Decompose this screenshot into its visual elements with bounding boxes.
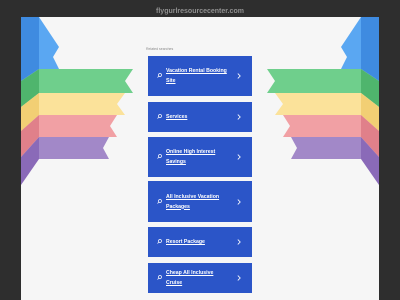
related-link-cheap-all-inclusive-cruise[interactable]: Cheap All Inclusive Cruise	[148, 263, 252, 293]
related-link-label: Online High Interest Savings	[166, 149, 216, 165]
left-ribbon-decoration	[21, 17, 133, 185]
related-link-label: Vacation Rental Booking Site	[166, 68, 227, 84]
search-icon	[157, 239, 162, 244]
chevron-right-icon	[237, 275, 241, 281]
chevron-right-icon	[237, 73, 241, 79]
search-icon	[157, 275, 162, 280]
related-link-label: All Inclusive Vacation Packages	[166, 193, 220, 210]
related-link-label: Cheap All Inclusive Cruise	[166, 270, 214, 286]
search-icon	[157, 73, 162, 78]
search-icon	[157, 154, 162, 159]
related-link-resort-package[interactable]: Resort Package	[148, 227, 252, 257]
chevron-right-icon	[237, 154, 241, 160]
chevron-right-icon	[237, 198, 241, 205]
chevron-right-icon	[237, 239, 241, 245]
related-link-online-high-interest-savings[interactable]: Online High Interest Savings	[148, 137, 252, 177]
search-icon	[157, 198, 162, 204]
related-searches-heading: Related searches	[146, 47, 174, 51]
domain-header: flygurlresourcecenter.com	[0, 0, 400, 17]
related-link-label: Resort Package	[166, 239, 205, 245]
parked-page: Related searches Vacation Rental Booking…	[21, 17, 379, 300]
related-link-all-inclusive-vacation-packages[interactable]: All Inclusive Vacation Packages	[148, 181, 252, 222]
chevron-right-icon	[237, 114, 241, 120]
domain-title: flygurlresourcecenter.com	[156, 8, 244, 15]
related-link-services[interactable]: Services	[148, 102, 252, 132]
related-link-label: Services	[166, 114, 188, 120]
related-link-vacation-rental-booking-site[interactable]: Vacation Rental Booking Site	[148, 56, 252, 96]
search-icon	[157, 114, 162, 119]
right-ribbon-decoration	[267, 17, 379, 185]
